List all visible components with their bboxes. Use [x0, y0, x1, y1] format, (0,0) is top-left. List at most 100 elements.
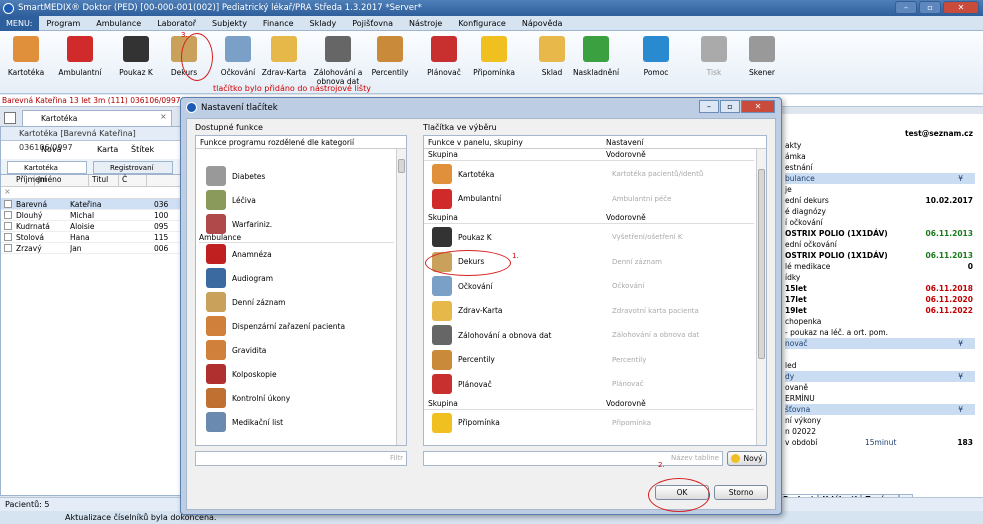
toolbar-button-9[interactable]: Připomínka: [470, 34, 518, 77]
toolbar-button-10[interactable]: Sklad: [528, 34, 576, 77]
chevron-down-icon[interactable]: ¥: [958, 371, 963, 382]
group-row[interactable]: Skupina Vodorovně: [424, 212, 754, 224]
info-row[interactable]: ní výkony: [785, 415, 975, 426]
kartoteka-subtab-1[interactable]: Registrovaní: [93, 161, 173, 174]
info-row[interactable]: 15let 06.11.2018: [785, 283, 975, 294]
toolbar-button-0[interactable]: Kartotéka: [2, 34, 50, 77]
menu-6[interactable]: Sklady: [302, 19, 345, 28]
toolbar-button-4[interactable]: Očkování: [214, 34, 262, 77]
info-row[interactable]: je: [785, 184, 975, 195]
available-function[interactable]: Diabetes: [206, 165, 265, 187]
table-row[interactable]: Dlouhý Michal 100: [1, 210, 191, 221]
table-row[interactable]: Stolová Hana 115: [1, 232, 191, 243]
info-row[interactable]: - poukaz na léč. a ort. pom.: [785, 327, 975, 338]
kartoteka-action-2[interactable]: Štítek: [131, 145, 154, 154]
available-function[interactable]: Denní záznam: [206, 291, 286, 313]
info-row[interactable]: [785, 349, 975, 360]
selected-button[interactable]: Percentily Percentily: [432, 349, 752, 371]
info-row[interactable]: v období 15minut 183: [785, 437, 975, 448]
kartoteka-subtab-0[interactable]: Kartotéka: [7, 161, 87, 174]
info-row[interactable]: šťovna ¥: [785, 404, 975, 415]
chevron-down-icon[interactable]: ¥: [958, 173, 963, 184]
available-function[interactable]: Dispenzární zařazení pacienta: [206, 315, 345, 337]
cancel-button[interactable]: Storno: [714, 485, 768, 500]
selected-buttons-list[interactable]: Funkce v panelu, skupiny Nastavení Skupi…: [423, 135, 767, 446]
selected-button[interactable]: Připomínka Připomínka: [432, 412, 752, 434]
available-function[interactable]: Audiogram: [206, 267, 273, 289]
available-function[interactable]: Medikační list: [206, 411, 283, 433]
chevron-down-icon[interactable]: ¥: [958, 404, 963, 415]
info-row[interactable]: ední dekurs 10.02.2017: [785, 195, 975, 206]
column-header[interactable]: Č: [119, 175, 147, 186]
info-row[interactable]: akty: [785, 140, 975, 151]
info-row[interactable]: novač ¥: [785, 338, 975, 349]
row-checkbox[interactable]: [4, 244, 12, 252]
kartoteka-action-1[interactable]: Karta: [97, 145, 118, 154]
column-header[interactable]: Titul: [89, 175, 119, 186]
group-row[interactable]: Skupina Vodorovně: [424, 398, 754, 410]
tab-kartoteka[interactable]: Kartotéka: [22, 110, 172, 126]
table-row[interactable]: Zrzavý Jan 006: [1, 243, 191, 254]
row-checkbox[interactable]: [4, 200, 12, 208]
info-row[interactable]: 17let 06.11.2020: [785, 294, 975, 305]
minimize-icon[interactable]: –: [895, 1, 917, 14]
maximize-icon[interactable]: ▫: [919, 1, 941, 14]
selected-button[interactable]: Ambulantní Ambulantní péče: [432, 188, 752, 210]
toolbar-button-8[interactable]: Plánovač: [420, 34, 468, 77]
info-row[interactable]: estnání: [785, 162, 975, 173]
row-checkbox[interactable]: [4, 222, 12, 230]
close-tab-icon[interactable]: [4, 112, 16, 124]
info-row[interactable]: é diagnózy: [785, 206, 975, 217]
group-row[interactable]: Skupina Vodorovně: [424, 149, 754, 161]
info-row[interactable]: í očkování: [785, 217, 975, 228]
menu-8[interactable]: Nástroje: [401, 19, 450, 28]
close-icon[interactable]: ✕: [943, 1, 979, 14]
new-button[interactable]: Nový: [727, 451, 767, 466]
selected-button[interactable]: Zdrav-Karta Zdravotní karta pacienta: [432, 300, 752, 322]
info-row[interactable]: ámka: [785, 151, 975, 162]
selected-button[interactable]: Poukaz K Vyšetření/ošetření K: [432, 226, 752, 248]
toolbar-button-7[interactable]: Percentily: [366, 34, 414, 77]
info-row[interactable]: ední očkování: [785, 239, 975, 250]
available-function[interactable]: Gravidita: [206, 339, 266, 361]
toolbar-button-1[interactable]: Ambulantní: [56, 34, 104, 77]
info-row[interactable]: OSTRIX POLIO (1X1DÁV) 06.11.2013: [785, 250, 975, 261]
info-row[interactable]: n 02022: [785, 426, 975, 437]
dialog-minimize-icon[interactable]: –: [699, 100, 719, 113]
available-functions-list[interactable]: Funkce programu rozdělené dle kategorií …: [195, 135, 407, 446]
row-checkbox[interactable]: [4, 233, 12, 241]
tab-close-icon[interactable]: ×: [160, 112, 167, 121]
table-row[interactable]: Kudrnatá Aloisie 095: [1, 221, 191, 232]
info-row[interactable]: ERMÍNU: [785, 393, 975, 404]
available-function[interactable]: Anamnéza: [206, 243, 272, 265]
filter-row[interactable]: ×: [1, 187, 191, 199]
filter-input[interactable]: Filtr: [195, 451, 407, 466]
kartoteka-action-0[interactable]: Nová: [41, 145, 62, 154]
new-name-input[interactable]: Název tabline: [423, 451, 723, 466]
menu-5[interactable]: Finance: [255, 19, 302, 28]
available-function[interactable]: Warfariniz.: [206, 213, 272, 235]
toolbar-button-6[interactable]: Zálohování a obnova dat: [310, 34, 366, 86]
menu-1[interactable]: Program: [39, 19, 89, 28]
available-function[interactable]: Kontrolní úkony: [206, 387, 290, 409]
available-function[interactable]: Léčiva: [206, 189, 256, 211]
chevron-down-icon[interactable]: ¥: [958, 338, 963, 349]
menu-7[interactable]: Pojišťovna: [344, 19, 401, 28]
info-row[interactable]: OSTRIX POLIO (1X1DÁV) 06.11.2013: [785, 228, 975, 239]
info-row[interactable]: lé medikace 0: [785, 261, 975, 272]
menu-2[interactable]: Ambulance: [88, 19, 149, 28]
menu-0[interactable]: MENU:: [0, 15, 39, 31]
info-row[interactable]: 19let 06.11.2022: [785, 305, 975, 316]
available-functions-scrollbar[interactable]: [396, 149, 406, 445]
menu-9[interactable]: Konfigurace: [450, 19, 514, 28]
toolbar-button-11[interactable]: Naskladnění: [572, 34, 620, 77]
dialog-maximize-icon[interactable]: ▫: [720, 100, 740, 113]
selected-button[interactable]: Kartotéka Kartotéka pacientů/identů: [432, 163, 752, 185]
info-row[interactable]: chopenka: [785, 316, 975, 327]
toolbar-button-14[interactable]: Skener: [738, 34, 786, 77]
menu-4[interactable]: Subjekty: [204, 19, 255, 28]
selected-buttons-scrollbar[interactable]: [756, 149, 766, 445]
available-function[interactable]: Kolposkopie: [206, 363, 277, 385]
info-row[interactable]: dy ¥: [785, 371, 975, 382]
dialog-close-icon[interactable]: ✕: [741, 100, 775, 113]
